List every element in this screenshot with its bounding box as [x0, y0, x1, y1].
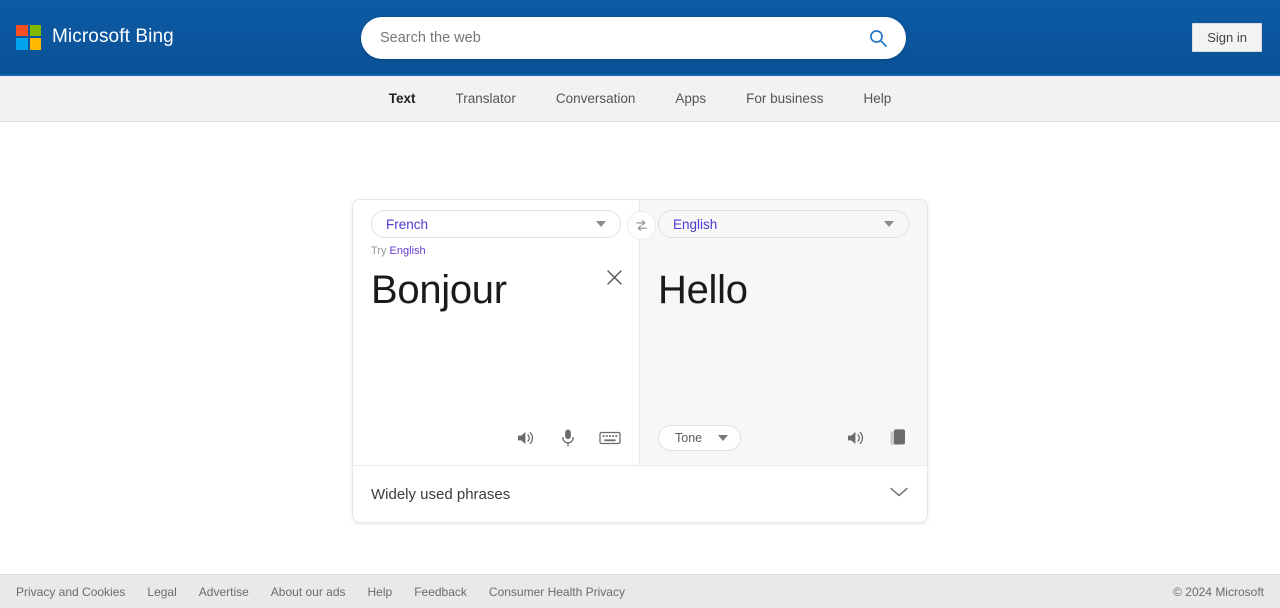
nav-item-text[interactable]: Text — [369, 76, 436, 122]
source-text-area[interactable]: Bonjour — [353, 260, 639, 419]
footer-link-about-our-ads[interactable]: About our ads — [271, 585, 346, 599]
target-text: Hello — [658, 268, 748, 312]
main-content: French Try English Bonjour English Hello… — [0, 122, 1280, 574]
source-language-row: French — [353, 200, 639, 248]
swap-languages-icon — [636, 220, 647, 231]
source-language-label: French — [386, 216, 429, 232]
footer-link-advertise[interactable]: Advertise — [199, 585, 249, 599]
target-toolbar: Tone — [640, 419, 927, 465]
target-text-area: Hello — [640, 260, 927, 419]
source-text[interactable]: Bonjour — [371, 266, 621, 314]
primary-nav: Text Translator Conversation Apps For bu… — [0, 76, 1280, 122]
site-header: Microsoft Bing Sign in — [0, 0, 1280, 76]
bing-brand[interactable]: Microsoft Bing — [16, 24, 174, 50]
tone-dropdown[interactable]: Tone — [658, 425, 742, 451]
footer-link-consumer-health-privacy[interactable]: Consumer Health Privacy — [489, 585, 625, 599]
try-language-hint: Try English — [353, 244, 639, 260]
try-language-link[interactable]: English — [390, 245, 426, 257]
target-pane: English Hello Tone — [640, 200, 927, 465]
target-hint-spacer — [640, 244, 927, 260]
search-input[interactable] — [378, 29, 868, 47]
copy-icon[interactable] — [887, 427, 909, 449]
source-language-select[interactable]: French — [371, 210, 621, 238]
search-box[interactable] — [361, 17, 906, 59]
microphone-icon[interactable] — [557, 427, 579, 449]
translator-panes: French Try English Bonjour English Hello… — [353, 200, 927, 465]
source-toolbar — [353, 419, 639, 465]
sign-in-button[interactable]: Sign in — [1192, 23, 1262, 52]
close-icon — [606, 269, 622, 285]
try-prefix-label: Try — [371, 245, 387, 257]
footer-link-legal[interactable]: Legal — [147, 585, 176, 599]
chevron-down-icon — [884, 221, 894, 227]
keyboard-icon[interactable] — [599, 427, 621, 449]
translator-card: French Try English Bonjour English Hello… — [352, 199, 928, 523]
clear-source-button[interactable] — [601, 264, 627, 290]
nav-item-translator[interactable]: Translator — [436, 76, 536, 122]
footer-links: Privacy and Cookies Legal Advertise Abou… — [16, 585, 625, 599]
target-language-label: English — [673, 216, 718, 232]
site-footer: Privacy and Cookies Legal Advertise Abou… — [0, 574, 1280, 608]
speaker-icon[interactable] — [515, 427, 537, 449]
nav-item-apps[interactable]: Apps — [655, 76, 726, 122]
target-language-row: English — [640, 200, 927, 248]
microsoft-logo-icon — [16, 24, 41, 50]
footer-link-help[interactable]: Help — [368, 585, 393, 599]
widely-used-phrases-row[interactable]: Widely used phrases — [353, 465, 927, 522]
nav-item-for-business[interactable]: For business — [726, 76, 843, 122]
widely-used-phrases-label: Widely used phrases — [371, 485, 511, 503]
nav-item-conversation[interactable]: Conversation — [536, 76, 656, 122]
brand-name: Microsoft Bing — [52, 26, 174, 47]
footer-link-feedback[interactable]: Feedback — [414, 585, 467, 599]
chevron-down-icon[interactable] — [889, 485, 909, 503]
tone-label: Tone — [675, 431, 703, 445]
search-icon[interactable] — [868, 28, 888, 48]
chevron-down-icon — [718, 435, 729, 441]
nav-item-help[interactable]: Help — [843, 76, 911, 122]
swap-languages-button[interactable] — [627, 211, 656, 240]
chevron-down-icon — [596, 221, 606, 227]
source-pane: French Try English Bonjour — [353, 200, 640, 465]
footer-link-privacy-and-cookies[interactable]: Privacy and Cookies — [16, 585, 125, 599]
copyright-label: © 2024 Microsoft — [1173, 584, 1264, 599]
speaker-icon[interactable] — [845, 427, 867, 449]
target-language-select[interactable]: English — [658, 210, 909, 238]
